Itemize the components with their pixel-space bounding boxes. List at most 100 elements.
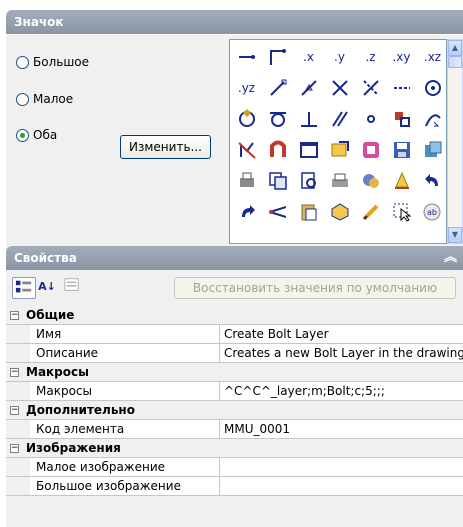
snap-center-icon[interactable] [417, 72, 446, 103]
radio-small-button[interactable] [16, 92, 29, 106]
snap-parallel-icon[interactable] [324, 103, 355, 134]
text-icon[interactable]: ab [417, 196, 446, 227]
category-advanced-label: Дополнительно [26, 403, 135, 417]
icon-panel-header: Значок [6, 10, 463, 34]
property-description-value[interactable]: Creates a new Bolt Layer in the drawing [220, 344, 463, 362]
property-row-large-image[interactable]: Большое изображение [6, 477, 463, 496]
category-macros-label: Макросы [26, 365, 89, 379]
radio-both[interactable]: Оба [16, 125, 57, 145]
collapse-minus-icon[interactable]: − [10, 444, 19, 453]
property-small-image-value[interactable] [220, 458, 463, 476]
property-macro-label: Макросы [30, 382, 220, 400]
ucs-corner-icon[interactable] [262, 41, 293, 72]
radio-both-button[interactable] [16, 128, 29, 142]
category-general[interactable]: − Общие [6, 306, 463, 325]
pencil-icon[interactable] [355, 196, 386, 227]
property-name-value[interactable]: Create Bolt Layer [220, 325, 463, 343]
radio-small[interactable]: Малое [16, 89, 73, 109]
snap-endpoint-icon[interactable] [262, 72, 293, 103]
snap-node-icon[interactable] [355, 103, 386, 134]
collapse-minus-icon[interactable]: − [10, 406, 19, 415]
snap-nearest-icon[interactable] [417, 103, 446, 134]
scroll-up-icon[interactable]: ▲ [448, 40, 462, 56]
property-row-description[interactable]: Описание Creates a new Bolt Layer in the… [6, 344, 463, 363]
collapse-minus-icon[interactable]: − [10, 311, 19, 320]
category-macros[interactable]: − Макросы [6, 363, 463, 382]
collapse-minus-icon[interactable]: − [10, 368, 19, 377]
undo-icon[interactable] [417, 165, 446, 196]
collapse-icon[interactable]: ︽ [444, 246, 457, 270]
window-icon[interactable] [293, 134, 324, 165]
snap-quadrant-icon[interactable] [231, 103, 262, 134]
category-images[interactable]: − Изображения [6, 439, 463, 458]
icon-panel-title: Значок [14, 15, 64, 29]
snap-midpoint-icon[interactable] [293, 72, 324, 103]
radio-large[interactable]: Большое [16, 52, 89, 72]
copy-icon[interactable] [262, 165, 293, 196]
property-description-label: Описание [30, 344, 220, 362]
snap-intersection-icon[interactable] [324, 72, 355, 103]
category-advanced-toggle[interactable]: − [6, 401, 21, 420]
plot-icon[interactable] [324, 165, 355, 196]
category-general-toggle[interactable]: − [6, 306, 21, 325]
radio-small-label[interactable]: Малое [33, 92, 73, 106]
point-filter-z-icon[interactable]: .z [355, 41, 386, 72]
property-row-element-id[interactable]: Код элемента MMU_0001 [6, 420, 463, 439]
matchprop-icon[interactable] [355, 165, 386, 196]
snap-tangent-icon[interactable] [262, 103, 293, 134]
preview-icon[interactable] [293, 165, 324, 196]
redo-icon[interactable] [231, 196, 262, 227]
property-row-small-image[interactable]: Малое изображение [6, 458, 463, 477]
properties-panel-title: Свойства [14, 251, 77, 265]
scroll-down-icon[interactable]: ▼ [448, 227, 462, 243]
point-filter-x-icon[interactable]: .x [293, 41, 324, 72]
restore-defaults-button[interactable]: Восстановить значения по умолчанию [174, 277, 456, 299]
design-center-icon[interactable] [324, 134, 355, 165]
svg-text:ab: ab [427, 208, 437, 217]
properties-panel: A↓ Восстановить значения по умолчанию − … [6, 270, 463, 527]
point-filter-xz-icon[interactable]: .xz [417, 41, 446, 72]
block-icon[interactable] [324, 196, 355, 227]
point-filter-y-icon[interactable]: .y [324, 41, 355, 72]
categorized-view-icon[interactable] [12, 277, 36, 299]
cut-icon[interactable] [262, 196, 293, 227]
properties-toolbar: A↓ Восстановить значения по умолчанию [6, 270, 463, 306]
snap-apparent-intersection-icon[interactable] [355, 72, 386, 103]
property-large-image-value[interactable] [220, 477, 463, 495]
property-element-id-label: Код элемента [30, 420, 220, 438]
category-advanced[interactable]: − Дополнительно [6, 401, 463, 420]
select-icon[interactable] [386, 196, 417, 227]
alphabetical-sort-icon[interactable]: A↓ [36, 277, 58, 299]
snap-extension-icon[interactable] [386, 72, 417, 103]
ucs-line-icon[interactable] [231, 41, 262, 72]
property-macro-value[interactable]: ^C^C^_layer;m;Bolt;c;5;;; [220, 382, 463, 400]
point-filter-xy-icon[interactable]: .xy [386, 41, 417, 72]
paste-icon[interactable] [293, 196, 324, 227]
property-row-macro[interactable]: Макросы ^C^C^_layer;m;Bolt;c;5;;; [6, 382, 463, 401]
scroll-thumb[interactable] [448, 56, 462, 68]
snap-none-icon[interactable] [231, 134, 262, 165]
category-general-label: Общие [26, 308, 75, 322]
tool-palettes-icon[interactable] [355, 134, 386, 165]
category-images-label: Изображения [26, 441, 121, 455]
snap-perpendicular-icon[interactable] [293, 103, 324, 134]
publish-icon[interactable] [231, 165, 262, 196]
point-filter-yz-icon[interactable]: .yz [231, 72, 262, 103]
change-button[interactable]: Изменить... [120, 135, 211, 159]
icon-grid-scrollbar[interactable]: ▲ ▼ [447, 39, 463, 244]
layer-icon[interactable] [386, 165, 417, 196]
radio-large-label[interactable]: Большое [33, 55, 89, 69]
save-icon[interactable] [386, 134, 417, 165]
property-element-id-value[interactable]: MMU_0001 [220, 420, 463, 438]
radio-both-label[interactable]: Оба [33, 128, 57, 142]
category-macros-toggle[interactable]: − [6, 363, 21, 382]
snap-insert-icon[interactable] [386, 103, 417, 134]
sheet-set-icon[interactable] [417, 134, 446, 165]
radio-large-button[interactable] [16, 55, 29, 69]
category-images-toggle[interactable]: − [6, 439, 21, 458]
osnap-settings-icon[interactable] [262, 134, 293, 165]
property-row-name[interactable]: Имя Create Bolt Layer [6, 325, 463, 344]
property-name-label: Имя [30, 325, 220, 343]
property-small-image-label: Малое изображение [30, 458, 220, 476]
property-pages-icon[interactable] [60, 277, 84, 299]
